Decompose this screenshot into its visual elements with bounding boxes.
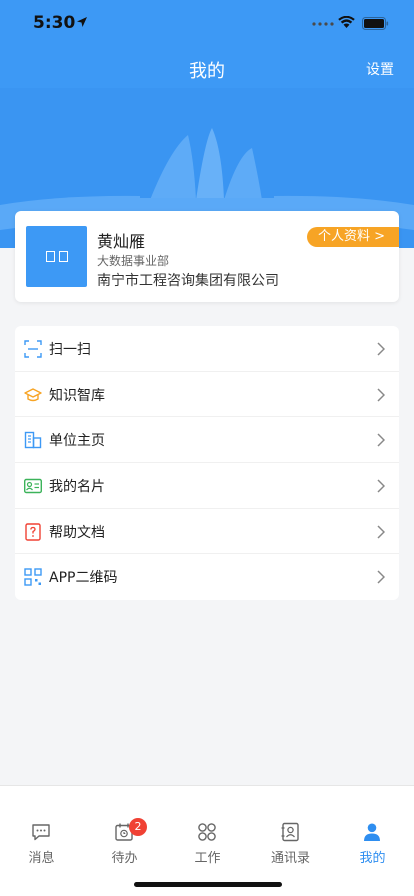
chevron-right-icon [377,479,385,493]
menu-item-label: 扫一扫 [49,342,91,358]
status-bar: 5:30 [0,0,414,46]
tab-me[interactable]: 我的 [331,786,414,866]
help-document-icon [25,523,41,541]
menu-item-app-qr-code[interactable]: APP二维码 [15,554,399,600]
page-title: 我的 [189,61,225,82]
avatar-placeholder-glyph [45,251,55,262]
menu-item-business-card[interactable]: 我的名片 [15,463,399,509]
menu-item-label: APP二维码 [49,570,118,587]
bottom-tab-bar: 消息 2 待办 工作 通讯录 我的 [0,785,414,896]
qr-code-icon [24,568,42,587]
menu-item-knowledge-base[interactable]: 知识智库 [15,372,399,418]
menu-item-scan[interactable]: 扫一扫 [15,326,399,372]
battery-icon [362,17,389,30]
person-icon [364,823,380,841]
chevron-right-icon [377,342,385,356]
tab-label: 通讯录 [270,851,310,866]
menu-item-label: 帮助文档 [49,524,105,541]
profile-card[interactable]: 黄灿雁 大数据事业部 南宁市工程咨询集团有限公司 个人资料 > [15,211,399,302]
tab-label: 我的 [359,851,386,866]
building-icon [24,432,42,449]
chevron-right-icon [377,388,385,402]
settings-menu: 扫一扫 知识智库 单位主页 我的名片 帮助文档 APP二维码 [15,326,399,601]
tab-messages[interactable]: 消息 [0,786,83,866]
settings-button[interactable]: 设置 [366,59,394,79]
avatar-placeholder-glyph [58,251,68,262]
menu-item-label: 知识智库 [49,387,105,404]
grid-apps-icon [198,823,216,841]
profile-name: 黄灿雁 [97,232,146,251]
scan-icon [24,340,42,358]
tab-todo[interactable]: 2 待办 [83,786,166,866]
menu-item-label: 单位主页 [49,433,105,450]
chevron-right-icon [377,525,385,539]
signal-dots-icon [312,22,334,26]
location-arrow-icon [77,17,87,27]
profile-company: 南宁市工程咨询集团有限公司 [97,273,279,289]
contacts-icon [281,822,299,842]
menu-item-organization-home[interactable]: 单位主页 [15,417,399,464]
tab-label: 消息 [28,851,55,866]
chevron-right-icon [377,433,385,447]
profile-department: 大数据事业部 [97,254,170,268]
status-time: 5:30 [33,13,76,33]
todo-count-badge: 2 [129,818,147,836]
business-card-icon [24,478,42,494]
tab-label: 工作 [194,851,221,866]
tab-work[interactable]: 工作 [166,786,249,866]
avatar[interactable] [26,226,87,287]
chevron-right-icon [377,570,385,584]
personal-info-button[interactable]: 个人资料 > [307,227,399,247]
message-icon [32,824,50,841]
tab-contacts[interactable]: 通讯录 [249,786,332,866]
menu-item-label: 我的名片 [49,479,105,496]
tab-label: 待办 [111,851,138,866]
wifi-icon [338,16,355,28]
home-indicator [134,882,282,887]
menu-item-help-docs[interactable]: 帮助文档 [15,509,399,555]
graduation-cap-icon [24,387,42,401]
